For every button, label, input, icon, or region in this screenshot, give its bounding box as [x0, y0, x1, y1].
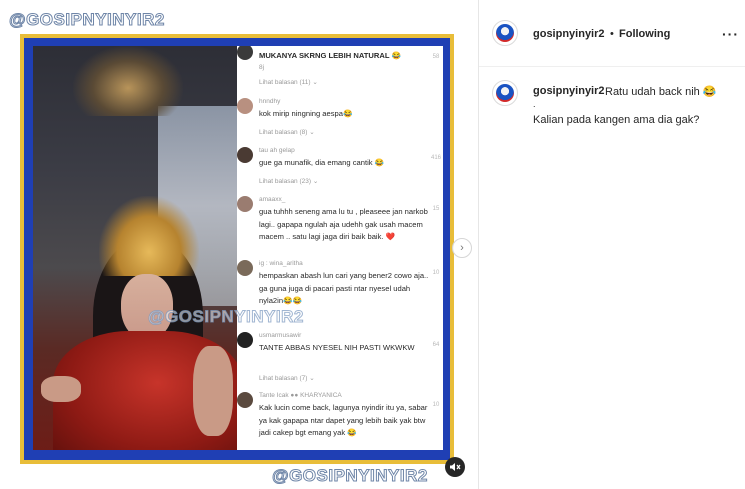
comment-like-count: 10: [432, 402, 440, 408]
header-divider: [479, 66, 745, 67]
comment-avatar: [237, 196, 253, 212]
caption-avatar[interactable]: [492, 80, 518, 106]
more-horizontal-icon: ···: [722, 26, 739, 42]
comment-like-count: 10: [432, 270, 440, 276]
chevron-right-icon: ›: [460, 242, 464, 254]
comment-reply-link: Lihat balasan (11) ⌄: [259, 79, 318, 86]
watermark-mid: @GOSIPNYINYIR2: [148, 307, 304, 327]
comment-text: gue ga munafik, dia emang cantik 😂: [259, 158, 385, 167]
caption-dot-line: .: [533, 99, 536, 109]
celebrity-photo: [33, 46, 237, 450]
comment-avatar: [237, 147, 253, 163]
comment-avatar: [237, 392, 253, 408]
comment-item: tau ah gelap gue ga munafik, dia emang c…: [237, 147, 443, 187]
photo-chandelier: [73, 46, 183, 116]
comment-text: hempaskan abash lun cari yang bener2 cow…: [259, 271, 429, 305]
caption-username[interactable]: gosipnyinyir2: [533, 85, 605, 97]
photo-arm-right: [193, 346, 233, 436]
comment-like-count: 416: [431, 155, 442, 161]
comment-meta: 8j: [259, 64, 265, 71]
more-options-button[interactable]: ···: [722, 26, 739, 42]
watermark-top: @GOSIPNYINYIR2: [9, 10, 165, 30]
comment-item: MUKANYA SKRNG LEBIH NATURAL 😂 8j Lihat b…: [237, 46, 443, 86]
post-media[interactable]: @GOSIPNYINYIR2 MUKANYA SKRNG LEBIH NATUR…: [0, 0, 478, 489]
comment-reply-link: Lihat balasan (7) ⌄: [259, 375, 315, 382]
comment-text: gua tuhhh seneng ama lu tu , pleaseee ja…: [259, 207, 428, 241]
next-slide-button[interactable]: ›: [452, 238, 472, 258]
comment-item: usmarmusawir TANTE ABBAS NYESEL NIH PAST…: [237, 332, 443, 384]
comment-avatar: [237, 46, 253, 60]
header-username[interactable]: gosipnyinyir2: [533, 28, 605, 40]
header-avatar[interactable]: [492, 20, 518, 46]
comment-text: Kak lucin come back, lagunya nyindir itu…: [259, 403, 428, 437]
comment-reply-link: Lihat balasan (23) ⌄: [259, 178, 319, 185]
comment-username: tau ah gelap: [259, 147, 295, 154]
photo-arm-left: [41, 376, 81, 402]
comment-username: ig : wina_aritha: [259, 260, 303, 267]
comment-item: Tante Icak ●● KHARYANICA Kak lucin come …: [237, 392, 443, 450]
comment-avatar: [237, 260, 253, 276]
mute-button[interactable]: [445, 457, 465, 477]
comment-like-count: 64: [432, 342, 440, 348]
comment-avatar: [237, 332, 253, 348]
caption-line-1: Ratu udah back nih 😂: [605, 86, 717, 98]
comment-text: TANTE ABBAS NYESEL NIH PASTI WKWKW: [259, 343, 415, 352]
comment-item: ig : wina_aritha hempaskan abash lun car…: [237, 260, 443, 310]
comment-text: MUKANYA SKRNG LEBIH NATURAL 😂: [259, 51, 401, 60]
comment-reply-link: Lihat balasan (8) ⌄: [259, 129, 315, 136]
caption-line-2: Kalian pada kangen ama dia gak?: [533, 114, 700, 126]
comment-username: amaaxx_: [259, 196, 286, 203]
comment-item: hnndhy kok mirip ningning aespa😂 Lihat b…: [237, 98, 443, 138]
panel-divider: [478, 0, 479, 489]
comment-item: amaaxx_ gua tuhhh seneng ama lu tu , ple…: [237, 196, 443, 256]
watermark-bottom: @GOSIPNYINYIR2: [272, 466, 428, 486]
comment-username: Tante Icak ●● KHARYANICA: [259, 392, 342, 399]
comment-like-count: 58: [432, 54, 440, 60]
following-button[interactable]: Following: [619, 28, 670, 40]
comment-username: usmarmusawir: [259, 332, 302, 339]
header-separator-dot: •: [610, 28, 614, 40]
comment-avatar: [237, 98, 253, 114]
photo-crown: [99, 196, 199, 276]
comments-screenshot: MUKANYA SKRNG LEBIH NATURAL 😂 8j Lihat b…: [237, 46, 443, 450]
speaker-muted-icon: [450, 463, 461, 471]
comment-text: kok mirip ningning aespa😂: [259, 109, 353, 118]
instagram-post-view: @GOSIPNYINYIR2 MUKANYA SKRNG LEBIH NATUR…: [0, 0, 745, 489]
comment-like-count: 15: [432, 206, 440, 212]
comment-username: hnndhy: [259, 98, 281, 105]
